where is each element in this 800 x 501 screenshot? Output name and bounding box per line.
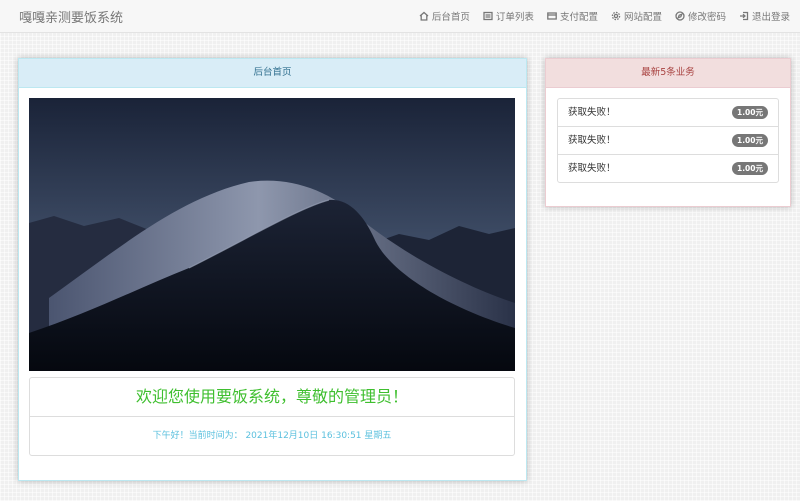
nav-item-payment[interactable]: 支付配置 — [547, 9, 598, 23]
list-icon — [483, 11, 493, 21]
home-icon — [419, 11, 429, 21]
welcome-message: 欢迎您使用要饭系统，尊敬的管理员！ — [30, 378, 514, 417]
nav-item-label: 退出登录 — [751, 12, 790, 23]
main-panel: 后台首页 欢迎您使用要饭系统，尊敬的管理员！ 下午好！当前时间为： 2021年1… — [18, 58, 527, 481]
nav-menu: 后台首页 订单列表 支付配置 网站配置 修改密码 退出登录 — [406, 0, 790, 32]
recent-business-panel: 最新5条业务 获取失败！ 1.00元 获取失败！ 1.00元 获取失败！ 1.0… — [545, 58, 791, 207]
nav-item-home[interactable]: 后台首页 — [419, 9, 470, 23]
welcome-box: 欢迎您使用要饭系统，尊敬的管理员！ 下午好！当前时间为： 2021年12月10日… — [29, 377, 515, 456]
wallpaper-illustration — [29, 98, 515, 371]
nav-item-orders[interactable]: 订单列表 — [483, 9, 534, 23]
recent-business-title: 最新5条业务 — [546, 59, 790, 88]
current-time-text: 下午好！当前时间为： 2021年12月10日 16:30:51 星期五 — [152, 431, 392, 441]
list-item-text: 获取失败！ — [568, 107, 616, 118]
list-item: 获取失败！ 1.00元 — [558, 155, 778, 182]
nav-item-change-password[interactable]: 修改密码 — [675, 9, 726, 23]
logout-icon — [739, 11, 749, 21]
amount-badge: 1.00元 — [731, 134, 768, 147]
desert-wallpaper-image — [29, 98, 515, 371]
nav-item-label: 网站配置 — [623, 12, 662, 23]
compass-icon — [675, 11, 685, 21]
credit-card-icon — [547, 12, 557, 20]
amount-badge: 1.00元 — [731, 106, 768, 119]
nav-item-label: 支付配置 — [559, 12, 598, 23]
top-navbar: 嘎嘎亲测要饭系统 后台首页 订单列表 支付配置 网站配置 修改密码 退出登录 — [0, 0, 800, 33]
nav-item-logout[interactable]: 退出登录 — [739, 9, 790, 23]
list-item: 获取失败！ 1.00元 — [558, 127, 778, 155]
nav-item-label: 修改密码 — [687, 12, 726, 23]
recent-business-list: 获取失败！ 1.00元 获取失败！ 1.00元 获取失败！ 1.00元 — [557, 98, 779, 183]
gear-icon — [611, 11, 621, 21]
nav-item-label: 后台首页 — [431, 12, 470, 23]
amount-badge: 1.00元 — [731, 162, 768, 175]
list-item: 获取失败！ 1.00元 — [558, 99, 778, 127]
list-item-text: 获取失败！ — [568, 135, 616, 146]
nav-item-label: 订单列表 — [495, 12, 534, 23]
list-item-text: 获取失败！ — [568, 163, 616, 174]
brand-title[interactable]: 嘎嘎亲测要饭系统 — [19, 7, 123, 26]
main-panel-title: 后台首页 — [19, 59, 526, 88]
nav-item-site-config[interactable]: 网站配置 — [611, 9, 662, 23]
